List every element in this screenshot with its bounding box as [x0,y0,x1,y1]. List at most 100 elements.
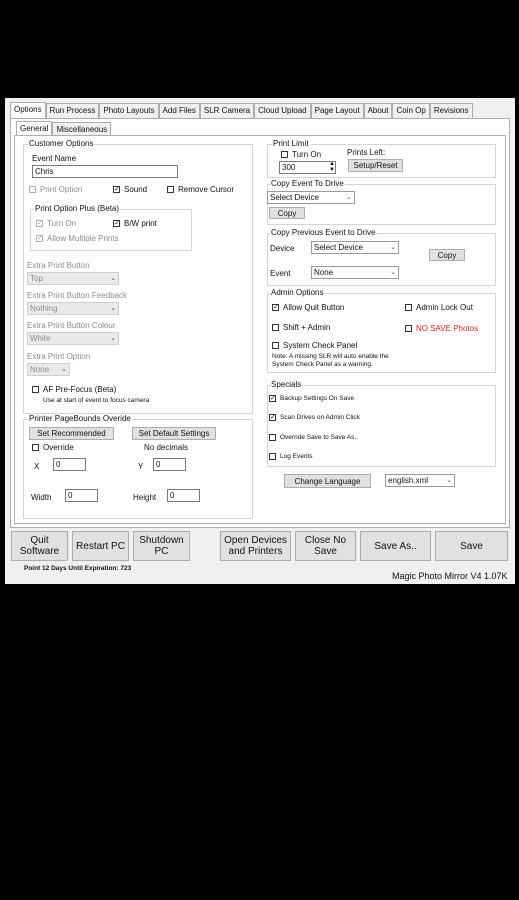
tab-photo-layouts[interactable]: Photo Layouts [99,103,159,118]
width-field[interactable]: 0 [65,489,98,502]
checkmark-icon: ✓ [37,220,43,227]
restart-label: Restart PC [76,540,125,552]
extra-print-colour-select[interactable]: White ⌄ [27,332,119,345]
copy-event-button[interactable]: Copy [269,207,305,219]
set-default-settings-button[interactable]: Set Default Settings [132,427,216,440]
log-events-label: Log Events [280,453,313,460]
system-check-checkbox[interactable] [272,342,279,349]
remove-cursor-label: Remove Cursor [178,185,235,194]
language-select[interactable]: english.xml ⌄ [385,474,455,487]
copy-previous-event-select[interactable]: None ⌄ [311,266,399,279]
print-option-plus-group [30,209,192,251]
copy-event-device-select[interactable]: Select Device ⌄ [267,191,355,204]
event-name-field[interactable]: Chris [32,165,178,178]
copy-previous-event-label: Event [270,269,291,278]
print-plus-turn-on-label: Turn On [47,219,77,228]
save-button[interactable]: Save [435,531,508,561]
open-devices-button[interactable]: Open Devices and Printers [220,531,291,561]
setup-reset-button[interactable]: Setup/Reset [348,159,403,172]
tab-general[interactable]: General [16,121,53,135]
tab-run-process[interactable]: Run Process [45,103,100,118]
close-label-1: Close No [304,535,347,546]
print-option-checkbox[interactable] [29,186,36,193]
system-check-label: System Check Panel [283,341,358,350]
x-field[interactable]: 0 [53,458,86,471]
no-save-photos-checkbox[interactable] [405,325,412,332]
restart-pc-button[interactable]: Restart PC [72,531,129,561]
tab-options[interactable]: Options [10,102,46,118]
extra-print-option-label: Extra Print Option [27,352,91,361]
options-panel: General Miscellaneous Customer Options E… [10,118,510,528]
print-option-label: Print Option [40,185,83,194]
extra-print-button-select[interactable]: Top ⌄ [27,272,119,285]
x-label: X [34,462,40,471]
override-checkbox[interactable] [32,444,39,451]
bw-print-checkbox[interactable]: ✓ [113,220,120,227]
chevron-down-icon: ⌄ [390,244,396,251]
print-plus-turn-on-checkbox[interactable]: ✓ [36,220,43,227]
close-label-2: Save [314,546,337,557]
system-check-note-2: System Check Panel as a warning. [272,361,373,368]
print-limit-turn-on-label: Turn On [292,150,322,159]
override-label: Override [43,443,74,452]
save-as-label: Save As.. [374,540,417,552]
pagebounds-title: Printer PageBounds Overide [28,414,132,423]
shift-admin-checkbox[interactable] [272,324,279,331]
tab-add-files[interactable]: Add Files [158,103,200,118]
tab-coin-op[interactable]: Coin Op [392,103,430,118]
spinner-arrows-icon[interactable]: ▲ ▼ [329,161,335,173]
tab-miscellaneous[interactable]: Miscellaneous [52,122,112,135]
scan-drives-checkbox[interactable]: ✓ [269,414,276,421]
chevron-down-icon: ⌄ [110,335,116,342]
print-limit-value[interactable]: 300 [279,161,336,174]
copy-previous-device-select[interactable]: Select Device ⌄ [311,241,399,254]
tab-page-layout[interactable]: Page Layout [310,103,364,118]
tab-revisions[interactable]: Revisions [429,103,473,118]
close-no-save-button[interactable]: Close No Save [295,531,356,561]
quit-label-2: Software [19,546,60,557]
height-label: Height [133,493,157,502]
save-as-button[interactable]: Save As.. [360,531,431,561]
checkmark-icon: ✓ [270,414,276,421]
allow-multiple-checkbox[interactable]: ✓ [36,235,43,242]
y-field[interactable]: 0 [153,458,186,471]
change-language-button[interactable]: Change Language [284,474,371,488]
admin-lock-checkbox[interactable] [405,304,412,311]
allow-quit-label: Allow Quit Button [283,303,345,312]
devices-label-2: and Printers [228,546,283,557]
checkmark-icon: ✓ [270,395,276,402]
override-save-label: Override Save to Save As.. [280,434,359,441]
quit-software-button[interactable]: Quit Software [11,531,68,561]
shutdown-pc-button[interactable]: Shutdown PC [133,531,190,561]
sound-checkbox[interactable]: ✓ [113,186,120,193]
extra-print-button-label: Extra Print Button [27,261,90,270]
main-tabs: Options Run Process Photo Layouts Add Fi… [10,102,473,118]
tab-slr-camera[interactable]: SLR Camera [199,103,255,118]
backup-settings-label: Backup Settings On Save [280,395,355,402]
tab-cloud-upload[interactable]: Cloud Upload [254,103,311,118]
override-save-checkbox[interactable] [269,434,276,441]
set-recommended-button[interactable]: Set Recommended [29,427,114,440]
general-panel: Customer Options Event Name Chris Print … [14,135,506,524]
chevron-down-icon: ⌄ [110,275,116,282]
height-field[interactable]: 0 [167,489,200,502]
remove-cursor-checkbox[interactable] [167,186,174,193]
specials-title: Specials [270,380,303,389]
system-check-note-1: Note: A missing SLR will auto enable the [272,353,389,360]
tab-about[interactable]: About [363,103,393,118]
extra-print-option-select[interactable]: None ⌄ [27,363,70,376]
log-events-checkbox[interactable] [269,453,276,460]
chevron-down-icon: ⌄ [446,477,452,484]
no-decimals-label: No decimals [144,443,189,452]
print-limit-turn-on-checkbox[interactable] [281,151,288,158]
allow-multiple-label: Allow Multiple Prints [47,234,119,243]
y-label: Y [138,462,144,471]
extra-print-feedback-select[interactable]: Nothing ⌄ [27,302,119,315]
af-prefocus-checkbox[interactable] [32,386,39,393]
backup-settings-checkbox[interactable]: ✓ [269,395,276,402]
allow-quit-checkbox[interactable]: ✓ [272,304,279,311]
extra-print-feedback-label: Extra Print Button Feedback [27,291,128,300]
copy-previous-button[interactable]: Copy [429,249,465,261]
width-label: Width [31,493,52,502]
expiration-status: Point 12 Days Until Expiration: 723 [24,565,132,572]
